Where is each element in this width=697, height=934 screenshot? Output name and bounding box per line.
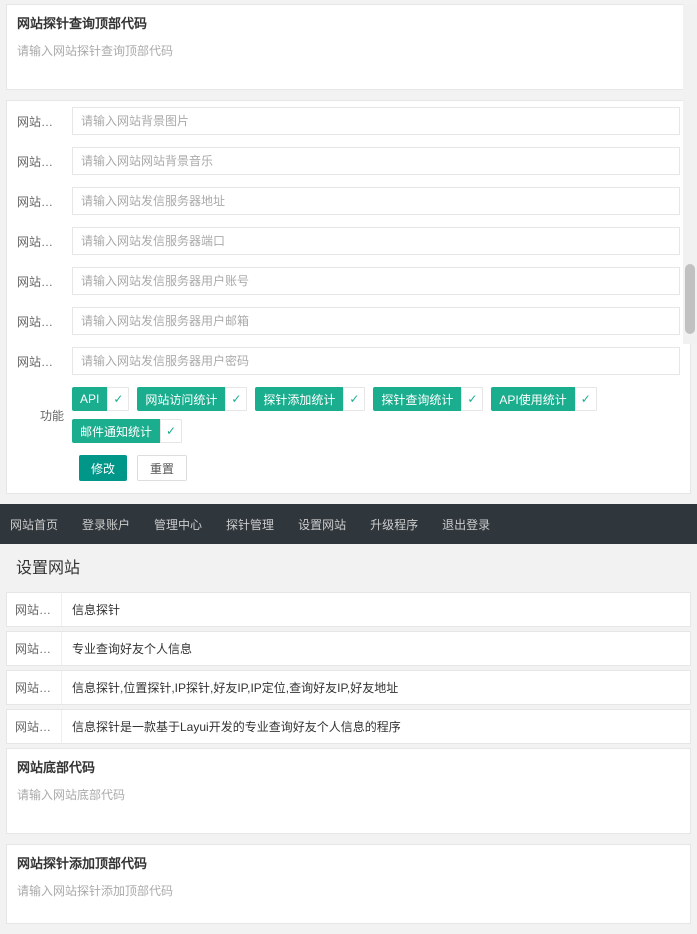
func-tag-mail[interactable]: 邮件通知统计✓ [72, 419, 182, 443]
nav-probe[interactable]: 探针管理 [226, 516, 274, 533]
readonly-row: 网站标题 信息探针 [6, 592, 691, 627]
smtp-password-input[interactable] [72, 347, 680, 375]
reset-button[interactable]: 重置 [137, 455, 187, 481]
func-tag-api[interactable]: API✓ [72, 387, 129, 411]
submit-button[interactable]: 修改 [79, 455, 127, 481]
main-nav: 网站首页 登录账户 管理中心 探针管理 设置网站 升级程序 退出登录 [0, 504, 697, 544]
smtp-email-input[interactable] [72, 307, 680, 335]
func-tag-probe-add[interactable]: 探针添加统计✓ [255, 387, 365, 411]
nav-home[interactable]: 网站首页 [10, 516, 58, 533]
check-icon: ✓ [107, 387, 129, 411]
readonly-label: 网站描述 [7, 710, 62, 743]
field-label: 网站发信… [17, 233, 72, 250]
probe-add-top-code-input[interactable] [7, 876, 690, 920]
site-bg-image-input[interactable] [72, 107, 680, 135]
func-label: 功能 [17, 407, 72, 424]
nav-logout[interactable]: 退出登录 [442, 516, 490, 533]
check-icon: ✓ [343, 387, 365, 411]
readonly-label: 网站副标题 [7, 632, 62, 665]
site-footer-code-block: 网站底部代码 [6, 748, 691, 834]
nav-settings[interactable]: 设置网站 [298, 516, 346, 533]
field-label: 网站发信… [17, 353, 72, 370]
readonly-value: 专业查询好友个人信息 [62, 632, 690, 665]
site-bg-music-input[interactable] [72, 147, 680, 175]
scrollbar[interactable] [683, 4, 697, 344]
probe-query-top-code-input[interactable] [7, 36, 690, 86]
check-icon: ✓ [225, 387, 247, 411]
probe-add-top-code-title: 网站探针添加顶部代码 [7, 845, 690, 876]
field-label: 网站发信… [17, 193, 72, 210]
smtp-port-input[interactable] [72, 227, 680, 255]
readonly-label: 网站关键词 [7, 671, 62, 704]
field-label: 网站发信… [17, 273, 72, 290]
smtp-user-input[interactable] [72, 267, 680, 295]
field-label: 网站背景… [17, 153, 72, 170]
readonly-value: 信息探针是一款基于Layui开发的专业查询好友个人信息的程序 [62, 710, 690, 743]
page-title: 设置网站 [0, 544, 697, 588]
func-tag-visit[interactable]: 网站访问统计✓ [137, 387, 247, 411]
check-icon: ✓ [575, 387, 597, 411]
func-tag-probe-query[interactable]: 探针查询统计✓ [373, 387, 483, 411]
scrollbar-thumb[interactable] [685, 264, 695, 334]
settings-form-panel: 网站背景… 网站背景… 网站发信… 网站发信… 网站发信… 网站发信… 网站发信… [6, 100, 691, 494]
nav-login[interactable]: 登录账户 [82, 516, 130, 533]
probe-query-top-code-title: 网站探针查询顶部代码 [7, 5, 690, 36]
readonly-row: 网站关键词 信息探针,位置探针,IP探针,好友IP,IP定位,查询好友IP,好友… [6, 670, 691, 705]
readonly-value: 信息探针,位置探针,IP探针,好友IP,IP定位,查询好友IP,好友地址 [62, 671, 690, 704]
readonly-row: 网站描述 信息探针是一款基于Layui开发的专业查询好友个人信息的程序 [6, 709, 691, 744]
readonly-row: 网站副标题 专业查询好友个人信息 [6, 631, 691, 666]
site-footer-code-input[interactable] [7, 780, 690, 830]
probe-add-top-code-block: 网站探针添加顶部代码 [6, 844, 691, 924]
check-icon: ✓ [461, 387, 483, 411]
nav-admin[interactable]: 管理中心 [154, 516, 202, 533]
probe-query-top-code-block: 网站探针查询顶部代码 [6, 4, 691, 90]
field-label: 网站背景… [17, 113, 72, 130]
site-footer-code-title: 网站底部代码 [7, 749, 690, 780]
readonly-label: 网站标题 [7, 593, 62, 626]
nav-upgrade[interactable]: 升级程序 [370, 516, 418, 533]
func-tag-api-use[interactable]: API使用统计✓ [491, 387, 596, 411]
field-label: 网站发信… [17, 313, 72, 330]
readonly-value: 信息探针 [62, 593, 690, 626]
check-icon: ✓ [160, 419, 182, 443]
smtp-server-input[interactable] [72, 187, 680, 215]
